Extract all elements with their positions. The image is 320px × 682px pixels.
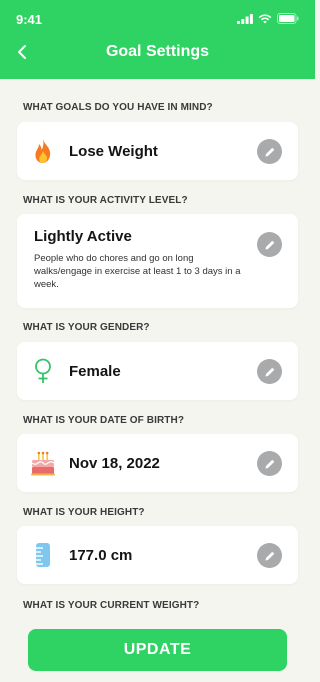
pencil-icon <box>265 459 274 468</box>
height-edit-button[interactable] <box>257 543 282 568</box>
gender-value: Female <box>69 363 121 380</box>
height-card[interactable]: 177.0 cm <box>17 526 298 584</box>
height-label: WHAT IS YOUR HEIGHT? <box>23 507 145 518</box>
pencil-icon <box>265 367 274 376</box>
status-time: 9:41 <box>16 12 43 27</box>
goal-label: WHAT GOALS DO YOU HAVE IN MIND? <box>23 102 213 113</box>
app-header: 9:41 Goal Settings <box>0 0 315 79</box>
pencil-icon <box>265 551 274 560</box>
activity-card[interactable]: Lightly Active People who do chores and … <box>17 214 298 308</box>
ruler-icon <box>30 542 56 568</box>
fire-icon <box>30 138 56 164</box>
dob-value: Nov 18, 2022 <box>69 455 160 472</box>
weight-label: WHAT IS YOUR CURRENT WEIGHT? <box>23 600 200 611</box>
pencil-icon <box>265 240 274 249</box>
status-bar: 9:41 <box>0 0 315 36</box>
female-icon <box>30 358 56 384</box>
goal-value: Lose Weight <box>69 143 158 160</box>
activity-label: WHAT IS YOUR ACTIVITY LEVEL? <box>23 195 188 206</box>
dob-edit-button[interactable] <box>257 451 282 476</box>
activity-description: People who do chores and go on long walk… <box>34 253 241 290</box>
cake-icon <box>30 450 56 476</box>
gender-label: WHAT IS YOUR GENDER? <box>23 322 150 333</box>
goal-card[interactable]: Lose Weight <box>17 122 298 180</box>
dob-card[interactable]: Nov 18, 2022 <box>17 434 298 492</box>
goal-edit-button[interactable] <box>257 139 282 164</box>
page-title: Goal Settings <box>105 43 210 60</box>
update-button[interactable]: UPDATE <box>28 629 287 671</box>
height-value: 177.0 cm <box>69 547 133 564</box>
wifi-icon <box>258 13 272 23</box>
activity-edit-button[interactable] <box>257 232 282 257</box>
signal-icon <box>237 13 253 24</box>
battery-icon <box>277 13 299 24</box>
status-icons <box>237 13 299 24</box>
gender-card[interactable]: Female <box>17 342 298 400</box>
dob-label: WHAT IS YOUR DATE OF BIRTH? <box>23 415 185 426</box>
activity-value: Lightly Active <box>34 228 132 245</box>
gender-edit-button[interactable] <box>257 359 282 384</box>
pencil-icon <box>265 147 274 156</box>
